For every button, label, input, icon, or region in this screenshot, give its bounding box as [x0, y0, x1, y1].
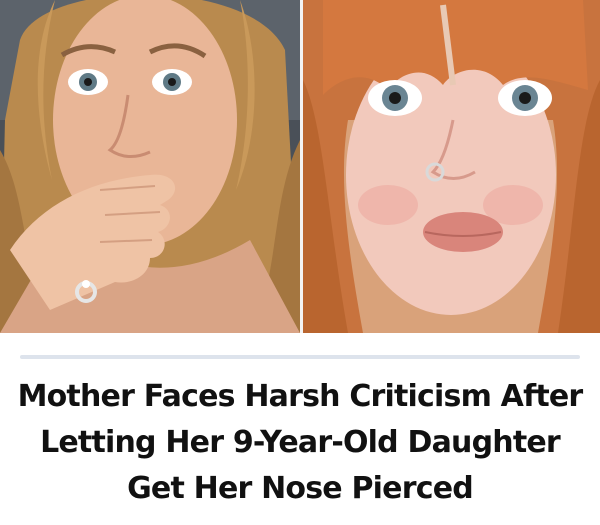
woman-illustration — [0, 0, 300, 333]
headline-line-2: Letting Her 9-Year-Old Daughter — [40, 425, 561, 460]
girl-nose-ring-photo[interactable] — [303, 0, 600, 333]
separator-line — [20, 355, 580, 359]
headline-line-3: Get Her Nose Pierced — [127, 471, 474, 506]
photo-collage — [0, 0, 600, 333]
headline-line-1: Mother Faces Harsh Criticism After — [17, 379, 584, 414]
article-headline[interactable]: Mother Faces Harsh Criticism After Letti… — [0, 374, 600, 512]
girl-illustration — [303, 0, 600, 333]
woman-hand-over-mouth-photo[interactable] — [0, 0, 300, 333]
article-card[interactable]: Mother Faces Harsh Criticism After Letti… — [0, 0, 600, 525]
